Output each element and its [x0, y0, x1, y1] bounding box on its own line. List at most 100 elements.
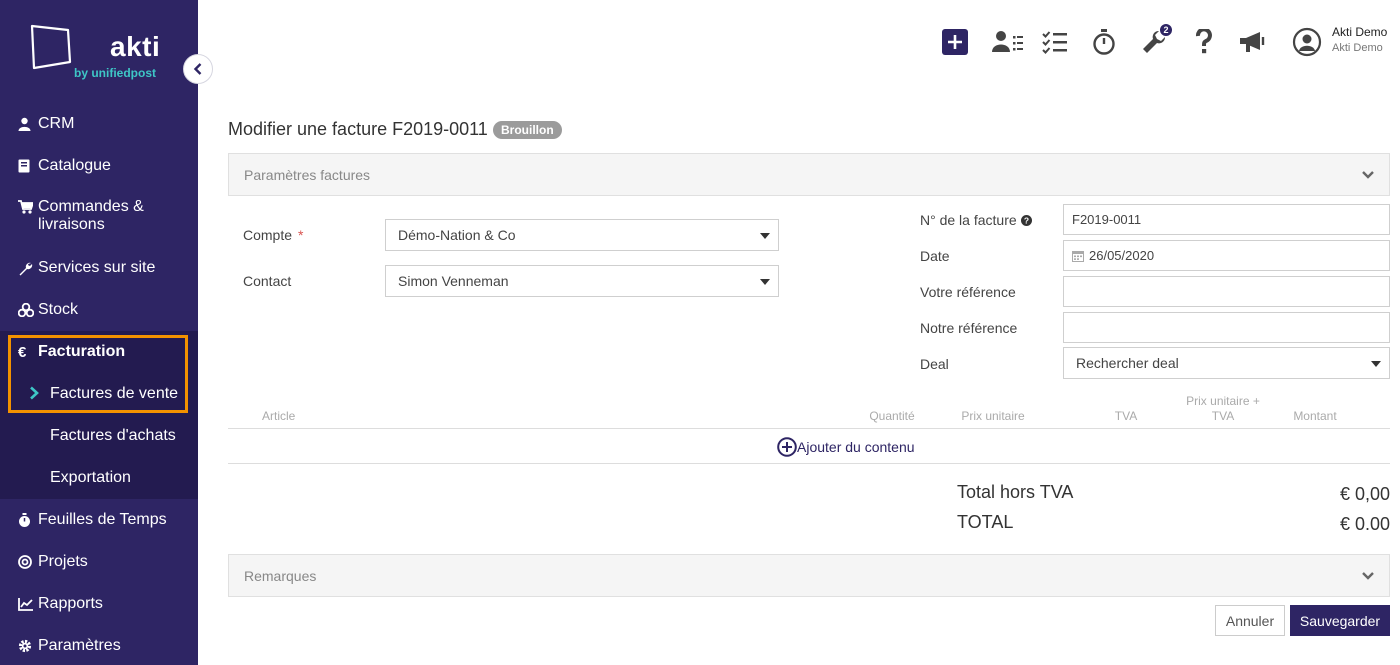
notification-badge: 2: [1159, 23, 1173, 37]
votre-reference-input[interactable]: [1063, 276, 1390, 307]
invoice-number-value: F2019-0011: [1072, 212, 1142, 227]
sidebar-subitem-label: Exportation: [50, 469, 131, 486]
help-button[interactable]: [1193, 28, 1215, 56]
calendar-icon: [1072, 250, 1084, 262]
add-button[interactable]: [942, 28, 968, 56]
contacts-button[interactable]: [992, 28, 1024, 56]
sidebar-subitem-factures-achats[interactable]: Factures d'achats: [0, 415, 198, 457]
akti-logo[interactable]: akti by unifiedpost: [26, 22, 176, 88]
caret-down-icon: [760, 279, 770, 285]
sidebar-item-projets[interactable]: Projets: [0, 541, 198, 583]
sidebar-subitem-exportation[interactable]: Exportation: [0, 457, 198, 499]
plus-circle-icon: [777, 437, 797, 457]
svg-text:?: ?: [1024, 215, 1029, 225]
date-input[interactable]: 26/05/2020: [1063, 240, 1390, 271]
timer-button[interactable]: [1092, 28, 1116, 56]
sidebar-item-parametres[interactable]: Paramètres: [0, 625, 198, 665]
cancel-button[interactable]: Annuler: [1215, 605, 1285, 636]
date-value: 26/05/2020: [1089, 248, 1155, 263]
cart-icon: [18, 198, 38, 214]
euro-icon: €: [18, 343, 27, 361]
total-value: € 0.00: [1339, 514, 1390, 534]
megaphone-icon: [1240, 32, 1265, 52]
add-content-button[interactable]: Ajouter du contenu: [777, 437, 915, 457]
save-button[interactable]: Sauvegarder: [1290, 605, 1390, 636]
notre-reference-input[interactable]: [1063, 312, 1390, 343]
invoice-number-label: N° de la facture ?: [920, 212, 1032, 228]
contact-value: Simon Venneman: [398, 273, 509, 289]
params-panel-header[interactable]: Paramètres factures: [228, 153, 1390, 196]
compte-label: Compte *: [243, 227, 303, 243]
total-ht-label: Total hors TVA: [957, 482, 1074, 502]
sidebar-item-services[interactable]: Services sur site: [0, 247, 198, 289]
boxes-icon: [18, 303, 38, 317]
caret-down-icon: [1371, 361, 1381, 367]
chart-icon: [18, 597, 38, 611]
required-marker: *: [298, 227, 304, 243]
invoice-number-label-text: N° de la facture: [920, 212, 1017, 228]
sidebar-nav: CRM Catalogue Commandes & livraisons Ser…: [0, 103, 198, 665]
remarks-panel-title: Remarques: [244, 567, 317, 584]
column-header-prix-tva-line2: TVA: [1211, 409, 1235, 423]
sidebar-item-crm[interactable]: CRM: [0, 103, 198, 145]
sidebar-item-label: Stock: [38, 301, 79, 318]
chevron-right-icon: [29, 386, 39, 405]
sidebar-item-label: Services sur site: [38, 259, 156, 276]
total-label: TOTAL: [957, 512, 1014, 532]
facturation-group: € Facturation Factures de vente Factures…: [0, 331, 198, 499]
sidebar-collapse-button[interactable]: [183, 54, 213, 84]
sidebar-item-feuilles-temps[interactable]: Feuilles de Temps: [0, 499, 198, 541]
sidebar-item-rapports[interactable]: Rapports: [0, 583, 198, 625]
user-circle-icon: [1292, 27, 1322, 57]
contact-select[interactable]: Simon Venneman: [385, 265, 779, 297]
add-content-label: Ajouter du contenu: [797, 439, 915, 455]
sidebar-item-label: Catalogue: [38, 157, 111, 174]
sidebar-item-label: Commandes &: [38, 198, 144, 215]
column-header-prix-tva-line1: Prix unitaire +: [1186, 394, 1260, 408]
column-header-quantite: Quantité: [869, 409, 915, 423]
invoice-number-input[interactable]: F2019-0011: [1063, 204, 1390, 235]
sidebar-item-label: Feuilles de Temps: [38, 511, 167, 528]
sidebar-item-label: Paramètres: [38, 637, 121, 654]
user-name[interactable]: Akti Demo: [1332, 25, 1387, 39]
checklist-icon: [1042, 31, 1067, 54]
sidebar-subitem-label: Factures d'achats: [50, 427, 176, 444]
sidebar-item-label-line2: livraisons: [38, 216, 105, 233]
tasks-button[interactable]: [1042, 28, 1068, 56]
compte-label-text: Compte: [243, 227, 293, 243]
stopwatch-icon: [1093, 29, 1115, 55]
sidebar-item-stock[interactable]: Stock: [0, 289, 198, 331]
remarks-panel-header[interactable]: Remarques: [228, 554, 1390, 597]
user-organization: Akti Demo: [1332, 42, 1383, 54]
sidebar-item-label: Facturation: [38, 343, 126, 360]
status-badge: Brouillon: [493, 121, 562, 139]
wrench-icon: [18, 261, 38, 276]
book-icon: [18, 159, 38, 173]
user-avatar[interactable]: [1292, 27, 1322, 57]
deal-label: Deal: [920, 356, 949, 372]
sidebar: akti by unifiedpost CRM Catalogue Comman…: [0, 0, 198, 665]
contact-label: Contact: [243, 273, 292, 289]
chevron-left-icon: [193, 63, 202, 75]
compte-value: Démo-Nation & Co: [398, 227, 516, 243]
sidebar-item-facturation[interactable]: € Facturation: [0, 331, 198, 373]
column-header-montant: Montant: [1293, 409, 1337, 423]
target-icon: [18, 555, 38, 569]
sidebar-item-commandes[interactable]: Commandes & livraisons: [0, 187, 198, 247]
caret-down-icon: [760, 233, 770, 239]
table-header-divider: [228, 428, 1390, 429]
stopwatch-icon: [18, 512, 38, 528]
column-header-article: Article: [262, 409, 296, 423]
logo-mark-icon: [30, 24, 72, 70]
sidebar-item-catalogue[interactable]: Catalogue: [0, 145, 198, 187]
sidebar-subitem-factures-vente[interactable]: Factures de vente: [0, 373, 198, 415]
plus-icon: [942, 29, 968, 55]
sidebar-item-label: CRM: [38, 115, 75, 132]
total-ht-value: € 0,00: [1339, 484, 1390, 504]
deal-select[interactable]: Rechercher deal: [1063, 347, 1390, 379]
announcements-button[interactable]: [1238, 28, 1268, 56]
question-circle-icon[interactable]: ?: [1020, 214, 1032, 226]
compte-select[interactable]: Démo-Nation & Co: [385, 219, 779, 251]
sidebar-item-label: Projets: [38, 553, 88, 570]
logo-tagline: by unifiedpost: [74, 66, 156, 80]
